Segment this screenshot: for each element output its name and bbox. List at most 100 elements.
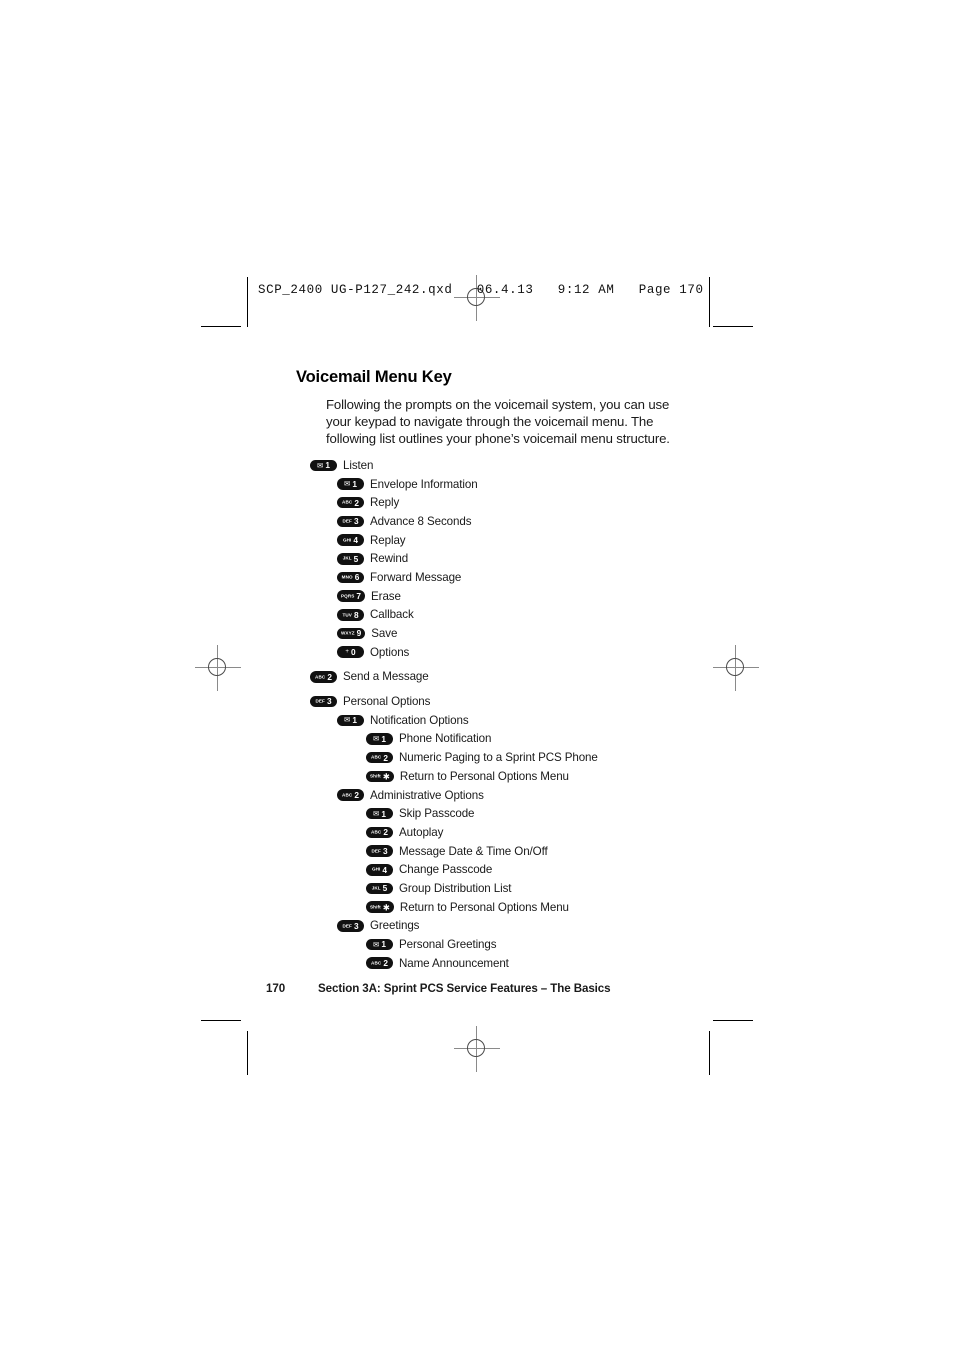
key-digit-label: 3 <box>353 516 359 527</box>
key-alpha-label: ABC <box>371 960 382 966</box>
menu-item: ABC 2 Reply <box>337 493 730 512</box>
menu-item-label: Personal Greetings <box>399 938 497 952</box>
key-alpha-label: ABC <box>342 499 353 505</box>
keypad-key-envelope-icon: ✉ 1 <box>366 733 393 745</box>
page-footer: 170 Section 3A: Sprint PCS Service Featu… <box>266 982 611 995</box>
key-digit-label: 3 <box>382 845 388 856</box>
key-alpha-label: TUV <box>342 611 352 617</box>
keypad-key-wxyz-icon: WXYZ 9 <box>337 627 366 640</box>
keypad-key-plus-zero-icon: +0 <box>337 646 364 658</box>
menu-item-label: Rewind <box>370 552 409 566</box>
keypad-key-def-icon: DEF 3 <box>337 920 364 932</box>
keypad-key-envelope-icon: ✉ 1 <box>366 938 393 951</box>
keypad-key-mno-icon: MNO 6 <box>337 571 364 584</box>
menu-item-label: Advance 8 Seconds <box>370 514 472 528</box>
key-alpha-label: JKL <box>371 885 381 891</box>
menu-item: DEF 3 Message Date & Time On/Off <box>366 842 730 861</box>
keypad-key-abc-icon: ABC 2 <box>337 496 364 509</box>
key-digit-label: 1 <box>352 478 357 489</box>
keypad-key-abc-icon: ABC 2 <box>366 957 393 969</box>
document-page: Voicemail Menu Key Following the prompts… <box>0 0 954 1350</box>
key-digit-label: 1 <box>325 460 330 471</box>
keypad-key-jkl-icon: JKL 5 <box>337 553 364 565</box>
envelope-glyph: ✉ <box>373 733 380 743</box>
keypad-key-def-icon: DEF 3 <box>310 695 337 708</box>
menu-item-label: Autoplay <box>399 825 444 839</box>
key-digit-label: 1 <box>381 939 386 950</box>
key-alpha-label: GHI <box>342 537 352 543</box>
menu-item: JKL 5 Rewind <box>337 549 730 568</box>
keypad-key-abc-icon: ABC 2 <box>366 826 393 839</box>
menu-item: Shift ✱ Return to Personal Options Menu <box>366 767 730 786</box>
keypad-key-shift-star-icon: Shift ✱ <box>366 901 394 913</box>
keypad-key-tuv-icon: TUV 8 <box>337 609 364 621</box>
voicemail-menu-list: ✉ 1 Listen ✉ 1 Envelope Information ABC 2 Reply D… <box>310 456 730 973</box>
key-digit-label: 1 <box>352 715 357 726</box>
menu-item-label: Change Passcode <box>399 863 493 877</box>
menu-item: TUV 8 Callback <box>337 606 730 625</box>
menu-item-label: Envelope Information <box>370 477 478 491</box>
key-alpha-label: DEF <box>342 922 352 928</box>
key-alpha-label: MNO <box>341 574 353 580</box>
key-alpha-label: DEF <box>342 518 352 524</box>
page-title: Voicemail Menu Key <box>296 368 452 386</box>
keypad-key-shift-star-icon: Shift ✱ <box>366 770 394 783</box>
menu-item: PQRS 7 Erase <box>337 587 730 606</box>
keypad-key-abc-icon: ABC 2 <box>337 789 364 801</box>
menu-item-label: Personal Options <box>343 695 431 709</box>
key-alpha-label: WXYZ <box>341 630 355 636</box>
menu-item-label: Callback <box>370 608 414 622</box>
menu-item-label: Administrative Options <box>370 788 484 802</box>
menu-item-label: Skip Passcode <box>399 807 475 821</box>
key-alpha-label: ABC <box>371 754 382 760</box>
key-digit-label: 1 <box>381 808 386 819</box>
menu-item: ✉ 1 Skip Passcode <box>366 804 730 823</box>
menu-item-label: Save <box>371 627 398 641</box>
menu-item: Shift ✱ Return to Personal Options Menu <box>366 898 730 917</box>
menu-item-label: Options <box>370 645 410 659</box>
star-glyph: ✱ <box>382 902 390 913</box>
keypad-key-envelope-icon: ✉ 1 <box>337 714 364 727</box>
menu-item-label: Reply <box>370 496 400 510</box>
plus-glyph: + <box>345 649 349 656</box>
key-digit-label: 8 <box>353 609 359 620</box>
menu-item: ABC 2 Send a Message <box>310 668 730 687</box>
menu-item-label: Numeric Paging to a Sprint PCS Phone <box>399 751 598 765</box>
key-digit-label: 2 <box>383 827 388 838</box>
key-digit-label: 3 <box>353 920 359 931</box>
keypad-key-ghi-icon: GHI 4 <box>366 864 393 876</box>
key-digit-label: 2 <box>383 958 388 969</box>
menu-item: ABC 2 Autoplay <box>366 823 730 842</box>
menu-item-label: Message Date & Time On/Off <box>399 844 548 858</box>
envelope-glyph: ✉ <box>344 479 351 489</box>
menu-item: ✉ 1 Phone Notification <box>366 730 730 749</box>
menu-item: ✉ 1 Listen <box>310 456 730 475</box>
menu-item-label: Group Distribution List <box>399 881 512 895</box>
intro-paragraph: Following the prompts on the voicemail s… <box>326 397 670 447</box>
menu-item-label: Greetings <box>370 919 420 933</box>
menu-item: DEF 3 Greetings <box>337 917 730 936</box>
menu-item: ✉ 1 Notification Options <box>337 711 730 730</box>
menu-item: WXYZ 9 Save <box>337 624 730 643</box>
key-digit-label: 2 <box>354 789 359 800</box>
key-alpha-label: ABC <box>371 829 382 835</box>
menu-item-label: Send a Message <box>343 670 429 684</box>
keypad-key-abc-icon: ABC 2 <box>366 751 393 764</box>
key-digit-label: 2 <box>383 752 388 763</box>
menu-item-label: Listen <box>343 458 374 472</box>
menu-item: JKL 5 Group Distribution List <box>366 879 730 898</box>
keypad-key-def-icon: DEF 3 <box>366 845 393 857</box>
envelope-glyph: ✉ <box>344 715 351 725</box>
key-digit-label: 2 <box>354 497 359 508</box>
keypad-key-ghi-icon: GHI 4 <box>337 534 364 546</box>
envelope-glyph: ✉ <box>373 808 380 818</box>
menu-item: ABC 2 Numeric Paging to a Sprint PCS Phone <box>366 748 730 767</box>
menu-item: ABC 2 Administrative Options <box>337 786 730 805</box>
key-digit-label: 1 <box>381 733 386 744</box>
menu-item: GHI 4 Replay <box>337 531 730 550</box>
key-alpha-label: PQRS <box>341 593 355 599</box>
menu-item-label: Notification Options <box>370 713 469 727</box>
envelope-glyph: ✉ <box>317 460 324 470</box>
menu-item-label: Return to Personal Options Menu <box>399 769 569 783</box>
key-digit-label: 4 <box>353 534 359 545</box>
